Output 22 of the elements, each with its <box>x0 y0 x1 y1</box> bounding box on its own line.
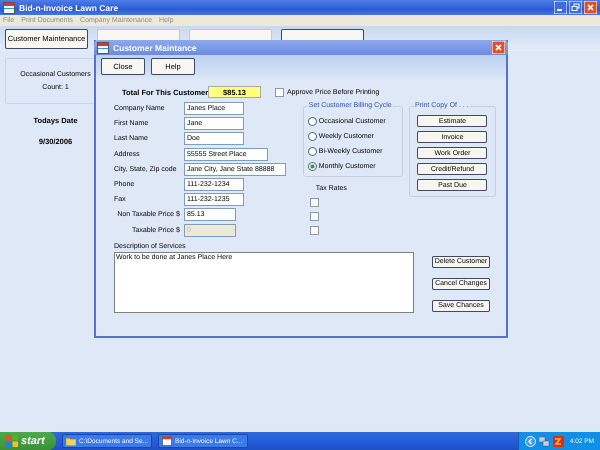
radio-button[interactable] <box>308 162 317 170</box>
chevron-icon[interactable] <box>524 436 536 446</box>
close-icon[interactable] <box>584 1 597 14</box>
checkbox[interactable] <box>310 212 319 221</box>
checkbox[interactable] <box>310 198 319 207</box>
dialog-title: Customer Maintance <box>113 42 197 52</box>
windows-flag-icon <box>6 435 18 447</box>
window-icon <box>162 436 172 446</box>
checkbox[interactable] <box>275 88 284 96</box>
window-icon <box>3 2 15 14</box>
checkbox[interactable] <box>310 226 319 235</box>
restore-icon[interactable] <box>569 1 582 14</box>
radio-button[interactable] <box>308 146 317 156</box>
window-title: Bid-n-Invoice Lawn Care <box>19 2 118 12</box>
radio-button[interactable] <box>308 116 317 126</box>
minimize-icon[interactable] <box>554 1 567 14</box>
close-icon[interactable] <box>492 41 505 54</box>
network-icon[interactable] <box>538 436 550 446</box>
tray-app-icon[interactable] <box>552 436 564 446</box>
window-icon <box>97 42 109 54</box>
radio-button[interactable] <box>308 132 317 140</box>
folder-icon <box>66 436 76 446</box>
